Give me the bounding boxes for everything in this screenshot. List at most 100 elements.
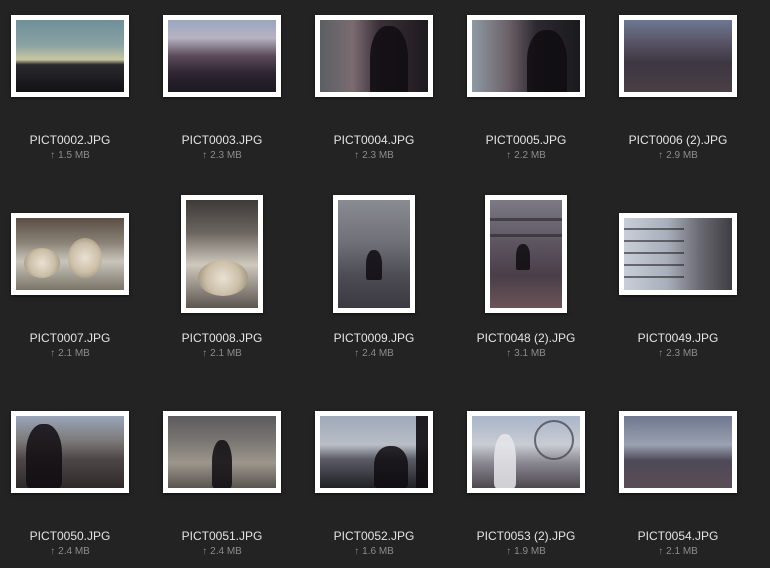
photo-thumbnail (320, 416, 428, 488)
thumbnail-area (298, 396, 450, 514)
file-name: PICT0002.JPG (29, 133, 111, 147)
thumbnail-area (0, 198, 146, 316)
file-size-line: ↑ 1.6 MB (298, 546, 450, 557)
file-size: 2.1 MB (58, 348, 90, 359)
photo-thumbnail (168, 416, 276, 488)
file-item-13[interactable]: PICT0052.JPG ↑ 1.6 MB (298, 396, 450, 557)
thumbnail-frame[interactable] (11, 213, 129, 295)
upload-arrow-icon: ↑ (658, 348, 664, 359)
file-name: PICT0048 (2).JPG (476, 331, 576, 345)
thumbnail-area (146, 396, 298, 514)
file-size: 3.1 MB (514, 348, 546, 359)
photo-thumbnail (624, 218, 732, 290)
thumbnail-frame[interactable] (619, 15, 737, 97)
photo-thumbnail (624, 20, 732, 92)
thumbnail-frame[interactable] (619, 411, 737, 493)
file-size-line: ↑ 2.1 MB (0, 348, 146, 359)
file-name: PICT0053 (2).JPG (476, 529, 576, 543)
file-item-2[interactable]: PICT0003.JPG ↑ 2.3 MB (146, 0, 298, 161)
photo-thumbnail (168, 20, 276, 92)
file-size: 2.4 MB (362, 348, 394, 359)
file-item-15[interactable]: PICT0054.JPG ↑ 2.1 MB (602, 396, 754, 557)
file-name: PICT0004.JPG (333, 133, 415, 147)
file-item-10[interactable]: PICT0049.JPG ↑ 2.3 MB (602, 198, 754, 359)
file-size-line: ↑ 2.1 MB (602, 546, 754, 557)
upload-arrow-icon: ↑ (202, 348, 208, 359)
thumbnail-area (146, 195, 298, 316)
thumbnail-area (450, 396, 602, 514)
file-size: 2.1 MB (210, 348, 242, 359)
thumbnail-frame[interactable] (163, 15, 281, 97)
file-size-line: ↑ 2.4 MB (146, 546, 298, 557)
upload-arrow-icon: ↑ (354, 150, 360, 161)
upload-arrow-icon: ↑ (658, 150, 664, 161)
upload-arrow-icon: ↑ (50, 348, 56, 359)
upload-arrow-icon: ↑ (506, 348, 512, 359)
file-item-12[interactable]: PICT0051.JPG ↑ 2.4 MB (146, 396, 298, 557)
photo-thumbnail (186, 200, 258, 308)
thumbnail-frame[interactable] (333, 195, 415, 313)
thumbnail-frame[interactable] (163, 411, 281, 493)
file-size-line: ↑ 2.2 MB (450, 150, 602, 161)
thumbnail-area (450, 195, 602, 316)
file-size-line: ↑ 2.9 MB (602, 150, 754, 161)
upload-arrow-icon: ↑ (202, 150, 208, 161)
thumbnail-frame[interactable] (485, 195, 567, 313)
file-item-4[interactable]: PICT0005.JPG ↑ 2.2 MB (450, 0, 602, 161)
file-size: 1.6 MB (362, 546, 394, 557)
file-item-9[interactable]: PICT0048 (2).JPG ↑ 3.1 MB (450, 195, 602, 359)
file-name: PICT0005.JPG (485, 133, 567, 147)
file-item-1[interactable]: PICT0002.JPG ↑ 1.5 MB (0, 0, 146, 161)
thumbnail-frame[interactable] (181, 195, 263, 313)
photo-thumbnail (338, 200, 410, 308)
file-size: 2.4 MB (210, 546, 242, 557)
file-name: PICT0008.JPG (181, 331, 263, 345)
thumbnail-frame[interactable] (11, 411, 129, 493)
thumbnail-area (0, 0, 146, 118)
file-size: 2.1 MB (666, 546, 698, 557)
file-size: 2.9 MB (666, 150, 698, 161)
thumbnail-frame[interactable] (315, 15, 433, 97)
thumbnail-area (602, 396, 754, 514)
file-size-line: ↑ 2.4 MB (0, 546, 146, 557)
file-item-5[interactable]: PICT0006 (2).JPG ↑ 2.9 MB (602, 0, 754, 161)
upload-arrow-icon: ↑ (506, 546, 512, 557)
file-size: 2.3 MB (666, 348, 698, 359)
file-size-line: ↑ 2.1 MB (146, 348, 298, 359)
thumbnail-frame[interactable] (467, 15, 585, 97)
file-name: PICT0003.JPG (181, 133, 263, 147)
file-item-14[interactable]: PICT0053 (2).JPG ↑ 1.9 MB (450, 396, 602, 557)
file-size-line: ↑ 2.3 MB (146, 150, 298, 161)
file-size-line: ↑ 2.3 MB (298, 150, 450, 161)
file-item-8[interactable]: PICT0009.JPG ↑ 2.4 MB (298, 195, 450, 359)
photo-thumbnail (16, 20, 124, 92)
photo-thumbnail (320, 20, 428, 92)
file-item-7[interactable]: PICT0008.JPG ↑ 2.1 MB (146, 195, 298, 359)
thumbnail-frame[interactable] (467, 411, 585, 493)
thumbnail-frame[interactable] (315, 411, 433, 493)
file-size: 1.5 MB (58, 150, 90, 161)
file-size-line: ↑ 1.5 MB (0, 150, 146, 161)
file-size-line: ↑ 1.9 MB (450, 546, 602, 557)
thumbnail-frame[interactable] (11, 15, 129, 97)
file-item-11[interactable]: PICT0050.JPG ↑ 2.4 MB (0, 396, 146, 557)
upload-arrow-icon: ↑ (354, 348, 360, 359)
upload-arrow-icon: ↑ (354, 546, 360, 557)
file-size: 2.3 MB (210, 150, 242, 161)
file-size-line: ↑ 2.3 MB (602, 348, 754, 359)
file-item-3[interactable]: PICT0004.JPG ↑ 2.3 MB (298, 0, 450, 161)
photo-thumbnail (16, 218, 124, 290)
file-name: PICT0051.JPG (181, 529, 263, 543)
thumbnail-frame[interactable] (619, 213, 737, 295)
file-name: PICT0054.JPG (637, 529, 719, 543)
upload-arrow-icon: ↑ (658, 546, 664, 557)
file-item-6[interactable]: PICT0007.JPG ↑ 2.1 MB (0, 198, 146, 359)
file-size-line: ↑ 2.4 MB (298, 348, 450, 359)
thumbnail-area (602, 198, 754, 316)
file-size: 1.9 MB (514, 546, 546, 557)
file-name: PICT0049.JPG (637, 331, 719, 345)
file-size-line: ↑ 3.1 MB (450, 348, 602, 359)
photo-thumbnail (472, 416, 580, 488)
file-name: PICT0006 (2).JPG (628, 133, 728, 147)
file-name: PICT0007.JPG (29, 331, 111, 345)
